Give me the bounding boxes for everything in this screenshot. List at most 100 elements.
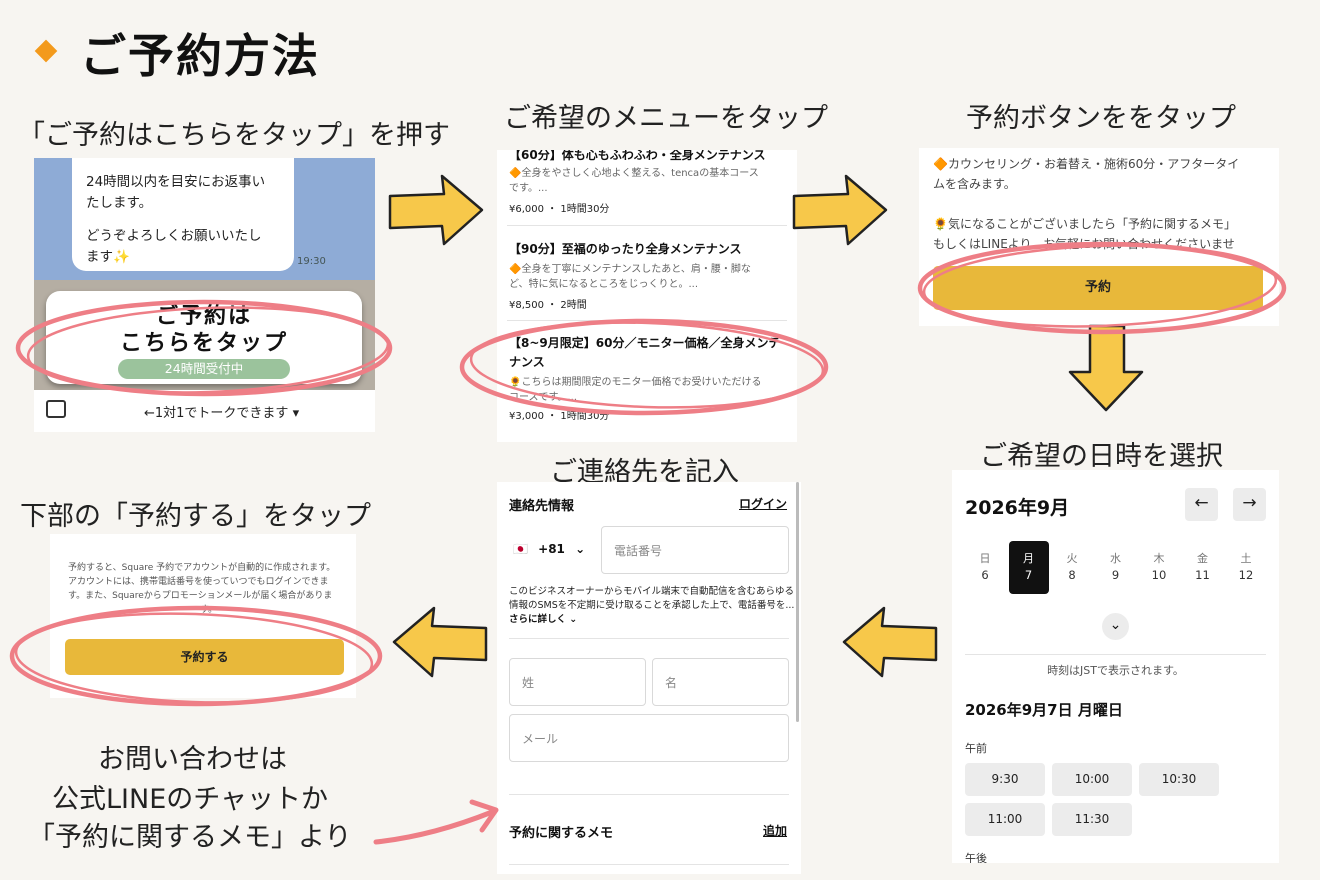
keyboard-icon[interactable] xyxy=(46,400,66,418)
menu-price-duration: ¥8,500 ・ 2時間 xyxy=(509,300,587,311)
caption-step1: 「ご予約はこちらをタップ」を押す xyxy=(18,120,450,151)
caption-step6: 下部の「予約する」をタップ xyxy=(20,501,371,532)
divider xyxy=(507,225,787,226)
menu-desc: 🌻こちらは期間限定のモニター価格でお受けいただける xyxy=(509,377,762,388)
day-of-week: 水 xyxy=(1110,552,1121,565)
curved-arrow-icon xyxy=(373,799,499,845)
phone-input[interactable]: 電話番号 xyxy=(601,526,789,574)
caption-step4: ご希望の日時を選択 xyxy=(980,441,1223,472)
time-slot-button[interactable]: 10:30 xyxy=(1139,763,1219,796)
day-of-week: 土 xyxy=(1240,552,1252,565)
detail-text: 🌻気になることがございましたら「予約に関するメモ」 xyxy=(933,217,1236,231)
confirm-panel: 予約すると、Square 予約でアカウントが自動的に作成されます。 アカウントに… xyxy=(50,534,356,698)
first-name-input[interactable]: 名 xyxy=(652,658,789,706)
email-input[interactable]: メール xyxy=(509,714,789,762)
chat-footer: ←1対1でトークできます ▾ xyxy=(34,390,375,432)
submit-reservation-button[interactable]: 予約する xyxy=(65,639,344,675)
terms-text: アカウントには、携帯電話番号を使っていつでもログインできま xyxy=(68,577,329,587)
menu-item[interactable]: 【60分】体も心もふわふわ・全身メンテナンス 🔶全身をやさしく心地よく整える、t… xyxy=(509,150,789,215)
menu-desc: 🔶全身をやさしく心地よく整える、tencaの基本コース xyxy=(509,168,759,179)
divider xyxy=(507,320,787,321)
time-slot-button[interactable]: 10:00 xyxy=(1052,763,1132,796)
time-slot-button[interactable]: 11:00 xyxy=(965,803,1045,836)
chat-bubble: 24時間以内を目安にお返事い たします。 どうぞよろしくお願いいたし ます✨ xyxy=(72,158,294,271)
reserve-button[interactable]: 予約 xyxy=(933,266,1263,310)
timezone-note: 時刻はJSTで表示されます。 xyxy=(1047,664,1184,677)
contact-heading: 連絡先情報 xyxy=(509,499,575,514)
detail-text: 🔶カウンセリング・お着替え・施術60分・アフタータイ xyxy=(933,157,1240,171)
bubble-line: たします。 xyxy=(86,195,153,211)
bubble-line: どうぞよろしくお願いいたし xyxy=(86,228,262,244)
menu-list-panel: 【60分】体も心もふわふわ・全身メンテナンス 🔶全身をやさしく心地よく整える、t… xyxy=(497,150,797,442)
expand-calendar-button[interactable]: ⌄ xyxy=(1102,613,1129,640)
prev-month-button[interactable]: ← xyxy=(1185,488,1218,521)
menu-price-duration: ¥6,000 ・ 1時間30分 xyxy=(509,204,610,215)
detail-text: ムを含みます。 xyxy=(933,177,1016,191)
bubble-line: 24時間以内を目安にお返事い xyxy=(86,174,266,190)
menu-title: 【60分】体も心もふわふわ・全身メンテナンス xyxy=(509,150,766,162)
memo-add-link[interactable]: 追加 xyxy=(763,822,787,839)
time-slot-button[interactable]: 9:30 xyxy=(965,763,1045,796)
calendar-day[interactable]: 火8 xyxy=(1052,550,1092,584)
caption-step2: ご希望のメニューをタップ xyxy=(504,103,828,134)
login-link[interactable]: ログイン xyxy=(739,495,787,512)
divider xyxy=(509,794,789,795)
arrow-right-icon xyxy=(388,174,484,246)
pm-label: 午後 xyxy=(965,852,987,863)
day-number: 7 xyxy=(1024,568,1033,582)
calendar-day[interactable]: 日6 xyxy=(965,550,1005,584)
reception-badge: 24時間受付中 xyxy=(118,359,290,379)
calendar-day[interactable]: 金 11 xyxy=(1183,550,1223,584)
terms-text: 予約すると、Square 予約でアカウントが自動的に作成されます。 xyxy=(68,563,336,573)
calendar-month: 2026年9月 xyxy=(965,497,1070,519)
rich-label-line2: こちらをタップ xyxy=(119,331,288,356)
arrow-down-icon xyxy=(1068,324,1144,412)
divider xyxy=(509,864,789,865)
menu-title: 【90分】至福のゆったり全身メンテナンス xyxy=(509,242,742,256)
day-of-week: 火 xyxy=(1066,552,1078,565)
divider xyxy=(509,638,789,639)
divider xyxy=(965,654,1266,655)
day-of-week: 金 xyxy=(1197,552,1208,565)
last-name-input[interactable]: 姓 xyxy=(509,658,646,706)
note-line1: お問い合わせは xyxy=(98,744,287,775)
terms-text: す。また、Squareからプロモーションメールが届く場合がありま xyxy=(68,591,333,601)
day-number: 8 xyxy=(1068,568,1076,582)
arrow-left-icon xyxy=(392,606,488,678)
calendar-day[interactable]: 土 12 xyxy=(1226,550,1266,584)
chevron-down-icon: ⌄ xyxy=(575,542,586,556)
selected-date-heading: 2026年9月7日 月曜日 xyxy=(965,701,1123,719)
title-diamond-icon xyxy=(34,39,58,63)
menu-item[interactable]: 【8~9月限定】60分／モニター価格／全身メンテ ナンス 🌻こちらは期間限定のモ… xyxy=(509,334,789,422)
day-number: 12 xyxy=(1238,568,1254,582)
calendar-day[interactable]: 水9 xyxy=(1096,550,1136,584)
menu-desc: コースです。... xyxy=(509,392,578,403)
talk-mode-toggle[interactable]: ←1対1でトークできます ▾ xyxy=(144,402,299,421)
terms-text: す。 xyxy=(200,605,218,615)
note-line2: 公式LINEのチャットか xyxy=(52,784,328,815)
day-number: 9 xyxy=(1111,568,1120,582)
menu-desc: 🔶全身を丁寧にメンテナンスしたあと、肩・腰・脚な xyxy=(509,264,751,275)
learn-more-link[interactable]: さらに詳しく ⌄ xyxy=(509,611,577,625)
day-number: 11 xyxy=(1195,568,1210,582)
menu-title: 【8~9月限定】60分／モニター価格／全身メンテ xyxy=(509,336,781,350)
calendar-day[interactable]: 木 10 xyxy=(1139,550,1179,584)
reserve-rich-menu-button[interactable]: ご予約は こちらをタップ 24時間受付中 xyxy=(46,291,362,384)
calendar-panel: 2026年9月 ← → 日 6 月 7 火 8 水 9 木 10 金 11 土 12 ⌄ 時刻はJSTで表… xyxy=(952,470,1279,863)
menu-item[interactable]: 【90分】至福のゆったり全身メンテナンス 🔶全身を丁寧にメンテナンスしたあと、肩… xyxy=(509,240,789,311)
japan-flag-icon: 🇯🇵 xyxy=(513,542,528,556)
caption-step3: 予約ボタンををタップ xyxy=(966,103,1236,134)
next-month-button[interactable]: → xyxy=(1233,488,1266,521)
menu-desc: です。... xyxy=(509,183,548,194)
day-of-week: 木 xyxy=(1153,552,1165,565)
bubble-line: ます✨ xyxy=(86,249,130,265)
time-slot-button[interactable]: 11:30 xyxy=(1052,803,1132,836)
scrollbar[interactable] xyxy=(796,482,799,722)
calendar-day[interactable]: 月7 xyxy=(1008,541,1049,594)
sms-consent-text: 情報のSMSを不定期に受け取ることを承認した上で、電話番号を... xyxy=(509,600,795,611)
chat-time: 19:30 xyxy=(297,256,326,267)
country-code-select[interactable]: 🇯🇵 +81 ⌄ xyxy=(513,542,585,556)
sms-consent-text: このビジネスオーナーからモバイル端末で自動配信を含むあらゆる xyxy=(509,586,795,597)
day-number: 6 xyxy=(981,568,989,582)
country-code: +81 xyxy=(538,542,565,556)
